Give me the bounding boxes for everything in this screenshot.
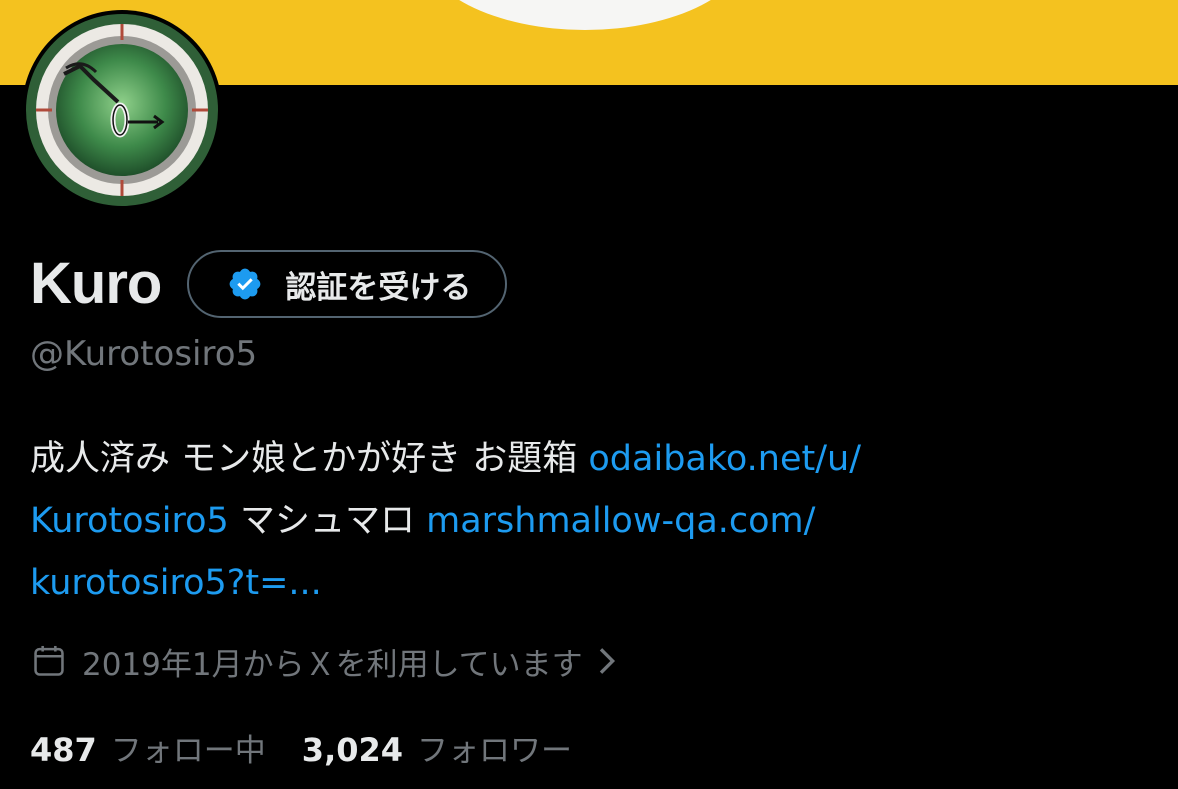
bio-text: 成人済み モン娘とかが好き お題箱 bbox=[30, 439, 589, 479]
chevron-right-icon bbox=[599, 648, 615, 674]
following-count: 487 bbox=[30, 730, 97, 769]
bio-line: 成人済み モン娘とかが好き お題箱 odaibako.net/u/ bbox=[30, 428, 1110, 490]
joined-date-text: 2019年1月からＸを利用しています bbox=[82, 646, 583, 683]
banner-graphic bbox=[420, 0, 750, 30]
following-link[interactable]: 487 フォロー中 bbox=[30, 725, 266, 770]
profile-avatar[interactable] bbox=[22, 10, 222, 210]
odaibako-link[interactable]: odaibako.net/u/ bbox=[588, 439, 861, 479]
profile-handle: @Kurotosiro5 bbox=[30, 334, 258, 374]
follow-stats: 487 フォロー中 3,024 フォロワー bbox=[30, 722, 572, 772]
marshmallow-link-continued[interactable]: kurotosiro5?t=... bbox=[30, 563, 322, 603]
display-name: Kuro bbox=[30, 251, 162, 316]
bio-text: マシュマロ bbox=[228, 501, 427, 541]
followers-link[interactable]: 3,024 フォロワー bbox=[302, 725, 572, 770]
get-verified-button[interactable]: 認証を受ける bbox=[187, 250, 508, 318]
verified-badge-icon bbox=[229, 268, 261, 300]
odaibako-link-continued[interactable]: Kurotosiro5 bbox=[30, 501, 229, 541]
following-label: フォロー中 bbox=[110, 732, 266, 769]
joined-date-row[interactable]: 2019年1月からＸを利用しています bbox=[30, 638, 617, 684]
followers-count: 3,024 bbox=[301, 730, 404, 769]
followers-label: フォロワー bbox=[417, 732, 573, 769]
bio-line: kurotosiro5?t=... bbox=[30, 552, 1110, 614]
profile-bio: 成人済み モン娘とかが好き お題箱 odaibako.net/u/ Kuroto… bbox=[30, 428, 1110, 614]
avatar-image bbox=[26, 14, 218, 206]
bio-line: Kurotosiro5 マシュマロ marshmallow-qa.com/ bbox=[30, 490, 1110, 552]
get-verified-label: 認証を受ける bbox=[285, 269, 472, 306]
calendar-icon bbox=[34, 645, 64, 676]
name-row: Kuro 認証を受ける bbox=[30, 246, 508, 322]
marshmallow-link[interactable]: marshmallow-qa.com/ bbox=[426, 501, 815, 541]
